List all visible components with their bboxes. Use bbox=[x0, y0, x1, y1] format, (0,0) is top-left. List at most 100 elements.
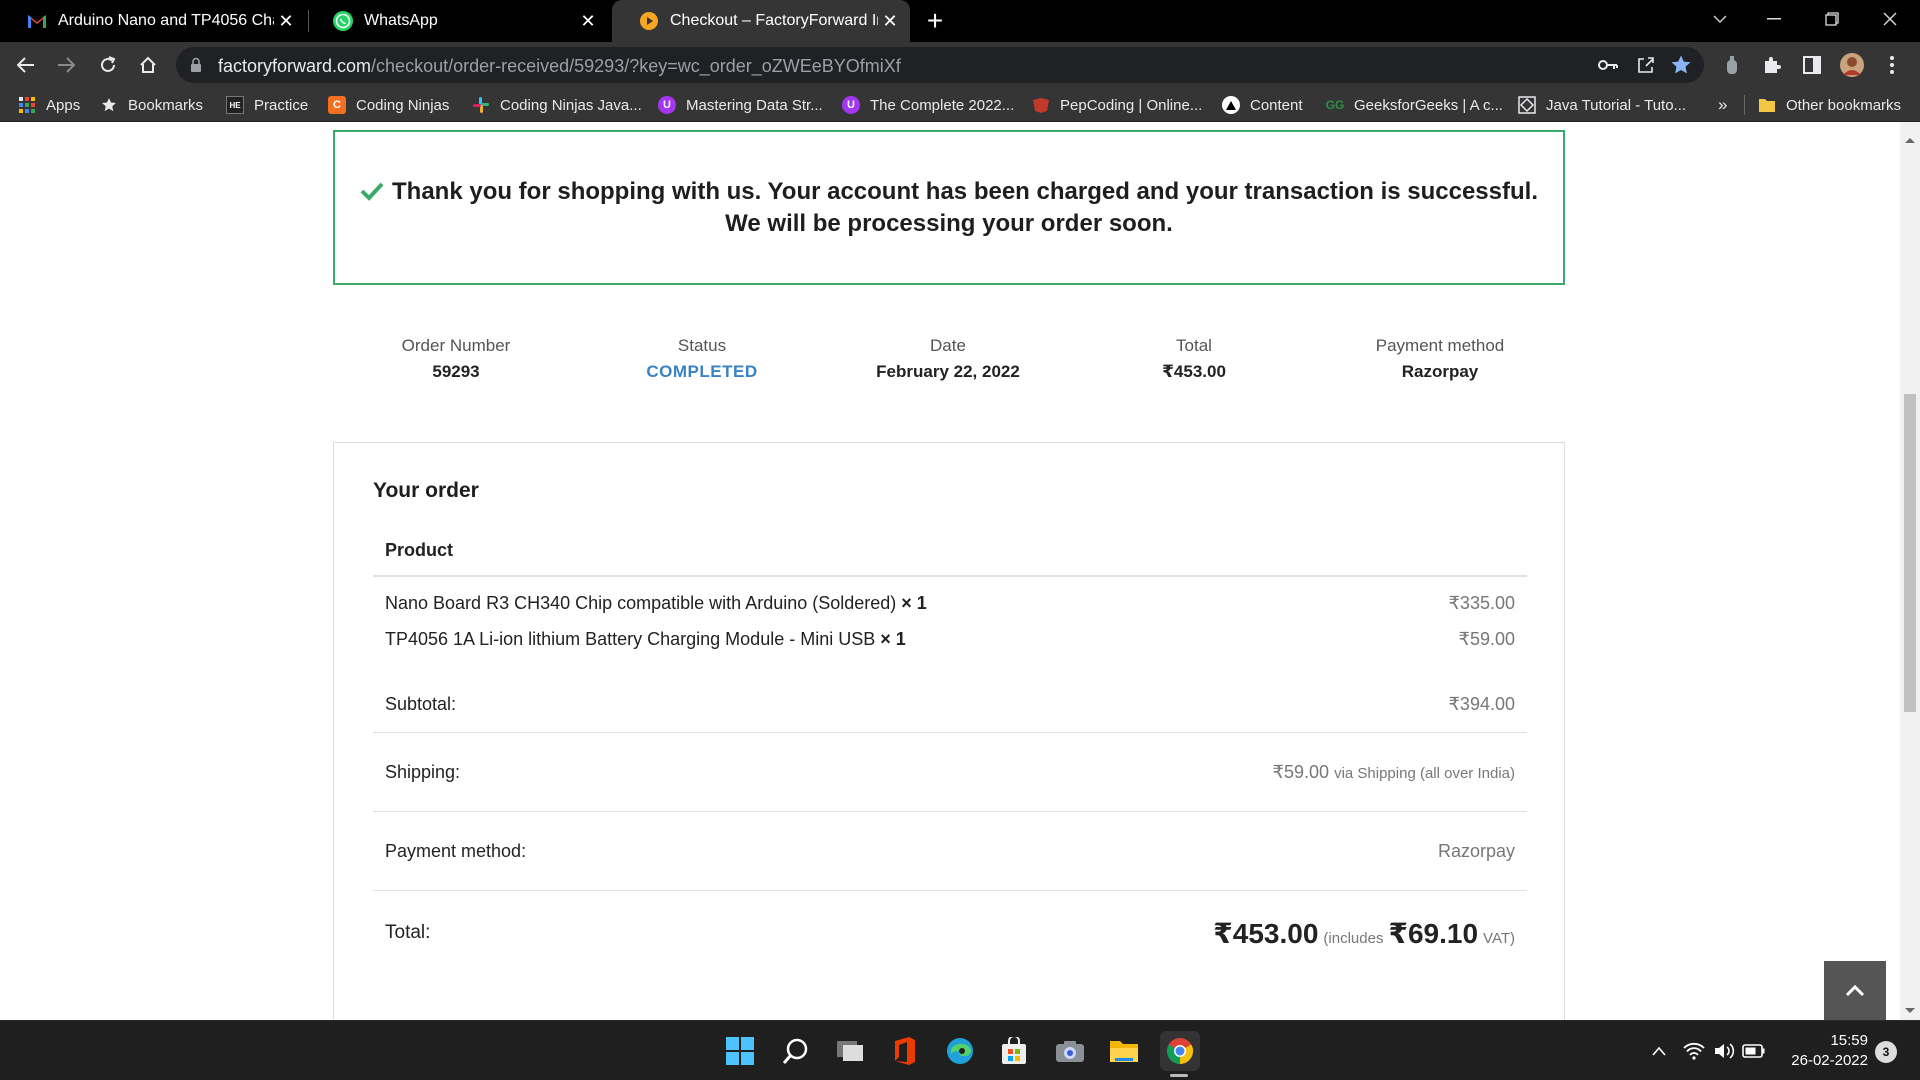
geeksforgeeks-icon: GG bbox=[1325, 98, 1345, 112]
bookmark-content[interactable]: Content bbox=[1222, 88, 1303, 122]
close-icon[interactable]: ✕ bbox=[274, 9, 298, 33]
file-explorer-app[interactable] bbox=[1104, 1031, 1144, 1071]
payment-method-value: Razorpay bbox=[1437, 840, 1515, 861]
search-button[interactable] bbox=[776, 1031, 816, 1071]
edge-icon bbox=[947, 1038, 973, 1064]
table-row: Nano Board R3 CH340 Chip compatible with… bbox=[373, 585, 1527, 621]
tab-whatsapp[interactable]: WhatsApp ✕ bbox=[306, 0, 608, 42]
bookmark-label: Coding Ninjas bbox=[356, 96, 450, 114]
total-value: ₹453.00 (includes ₹69.10 VAT) bbox=[1213, 917, 1515, 950]
order-table: Product Nano Board R3 CH340 Chip compati… bbox=[373, 525, 1527, 975]
tray-overflow-button[interactable] bbox=[1647, 1039, 1671, 1063]
tab-gmail[interactable]: Arduino Nano and TP4056 Charg ✕ bbox=[0, 0, 306, 42]
content-icon bbox=[1222, 96, 1240, 114]
gmail-icon bbox=[26, 10, 48, 32]
bookmark-coding-ninjas-java[interactable]: Coding Ninjas Java... bbox=[472, 88, 642, 122]
whatsapp-icon bbox=[332, 10, 354, 32]
bookmark-pepcoding[interactable]: PepCoding | Online... bbox=[1032, 88, 1202, 122]
office-app[interactable] bbox=[884, 1031, 924, 1071]
bookmarks-bar: Apps Bookmarks HE Practice C Coding Ninj… bbox=[0, 88, 1920, 122]
order-number-value: 59293 bbox=[432, 362, 480, 381]
chrome-app[interactable] bbox=[1160, 1031, 1200, 1071]
reload-button[interactable] bbox=[92, 49, 124, 81]
task-view-button[interactable] bbox=[830, 1031, 870, 1071]
bookmark-label: Content bbox=[1250, 96, 1303, 114]
udemy-icon: U bbox=[842, 96, 860, 114]
product-name[interactable]: TP4056 1A Li-ion lithium Battery Chargin… bbox=[385, 629, 906, 650]
total-value: ₹453.00 bbox=[1162, 362, 1226, 381]
restore-button[interactable] bbox=[1804, 0, 1860, 38]
store-app[interactable] bbox=[994, 1031, 1034, 1071]
start-button[interactable] bbox=[720, 1031, 760, 1071]
date-value: February 22, 2022 bbox=[876, 362, 1020, 381]
bookmark-coding-ninjas[interactable]: C Coding Ninjas bbox=[328, 88, 449, 122]
vat-amount: ₹69.10 bbox=[1388, 917, 1479, 949]
product-name[interactable]: Nano Board R3 CH340 Chip compatible with… bbox=[385, 593, 927, 614]
folder-icon bbox=[1758, 96, 1776, 114]
arrow-left-icon bbox=[17, 57, 34, 73]
extensions-button[interactable] bbox=[1756, 49, 1788, 81]
scroll-to-top-button[interactable] bbox=[1824, 961, 1886, 1020]
side-panel-button[interactable] bbox=[1796, 49, 1828, 81]
bookmark-mastering-data[interactable]: U Mastering Data Str... bbox=[658, 88, 823, 122]
camera-icon bbox=[1056, 1041, 1084, 1062]
product-price: ₹59.00 bbox=[1458, 628, 1516, 649]
chevron-down-icon bbox=[1713, 15, 1727, 24]
bookmarks-overflow-button[interactable]: » bbox=[1718, 88, 1727, 122]
bookmark-apps[interactable]: Apps bbox=[18, 88, 80, 122]
bookmark-other[interactable]: Other bookmarks bbox=[1758, 88, 1901, 122]
forward-button[interactable] bbox=[50, 49, 82, 81]
bookmark-complete-2022[interactable]: U The Complete 2022... bbox=[842, 88, 1014, 122]
search-icon bbox=[782, 1038, 808, 1064]
scrollbar-thumb[interactable] bbox=[1904, 394, 1916, 712]
shipping-method: via Shipping (all over India) bbox=[1334, 764, 1515, 782]
bookmark-label: Coding Ninjas Java... bbox=[500, 96, 642, 114]
close-icon[interactable]: ✕ bbox=[878, 9, 902, 33]
scroll-up-arrow-icon[interactable] bbox=[1905, 138, 1915, 143]
battery-button[interactable] bbox=[1742, 1039, 1766, 1063]
total-amount: ₹453.00 bbox=[1213, 917, 1319, 949]
system-clock[interactable]: 15:59 26-02-2022 bbox=[1772, 1031, 1868, 1071]
home-button[interactable] bbox=[132, 49, 164, 81]
notification-badge[interactable]: 3 bbox=[1875, 1041, 1897, 1063]
product-price: ₹335.00 bbox=[1448, 592, 1515, 613]
edge-app[interactable] bbox=[940, 1031, 980, 1071]
back-button[interactable] bbox=[10, 49, 42, 81]
bookmark-practice[interactable]: HE Practice bbox=[226, 88, 308, 122]
tab-search-button[interactable] bbox=[1692, 0, 1748, 38]
share-icon[interactable] bbox=[1636, 55, 1656, 80]
close-window-button[interactable] bbox=[1862, 0, 1918, 38]
product-name-text: Nano Board R3 CH340 Chip compatible with… bbox=[385, 592, 897, 613]
address-bar[interactable]: factoryforward.com/checkout/order-receiv… bbox=[176, 47, 1704, 83]
chevron-double-right-icon: » bbox=[1718, 95, 1728, 114]
tab-title: WhatsApp bbox=[364, 12, 438, 29]
menu-button[interactable] bbox=[1876, 49, 1908, 81]
bookmark-bookmarks[interactable]: Bookmarks bbox=[100, 88, 203, 122]
close-icon[interactable]: ✕ bbox=[576, 9, 600, 33]
minimize-button[interactable] bbox=[1746, 0, 1802, 38]
new-tab-button[interactable]: + bbox=[920, 5, 950, 36]
page-scrollbar[interactable] bbox=[1900, 122, 1920, 1020]
bookmark-geeksforgeeks[interactable]: GG GeeksforGeeks | A c... bbox=[1326, 88, 1503, 122]
bookmark-label: Practice bbox=[254, 96, 309, 114]
payment-method-label: Payment method bbox=[1375, 336, 1505, 355]
udemy-icon: U bbox=[658, 96, 676, 114]
close-icon bbox=[1883, 12, 1897, 26]
volume-button[interactable] bbox=[1712, 1039, 1736, 1063]
tab-checkout[interactable]: Checkout – FactoryForward India ✕ bbox=[612, 0, 910, 42]
chevron-up-icon bbox=[1652, 1046, 1666, 1056]
scroll-down-arrow-icon[interactable] bbox=[1905, 1008, 1915, 1013]
extension-button[interactable] bbox=[1716, 49, 1748, 81]
reload-icon bbox=[101, 56, 116, 72]
kebab-menu-icon bbox=[1890, 56, 1894, 74]
camera-app[interactable] bbox=[1050, 1031, 1090, 1071]
bookmark-star-icon[interactable] bbox=[1670, 54, 1692, 81]
key-icon[interactable] bbox=[1598, 56, 1618, 79]
wifi-button[interactable] bbox=[1682, 1039, 1706, 1063]
avatar-icon bbox=[1840, 53, 1864, 77]
active-app-indicator bbox=[1170, 1074, 1188, 1077]
bookmark-java-tutorial[interactable]: Java Tutorial - Tuto... bbox=[1518, 88, 1686, 122]
url-path: /checkout/order-received/59293/?key=wc_o… bbox=[371, 56, 901, 76]
order-total: Total ₹453.00 bbox=[1071, 332, 1317, 382]
profile-avatar[interactable] bbox=[1836, 49, 1868, 81]
